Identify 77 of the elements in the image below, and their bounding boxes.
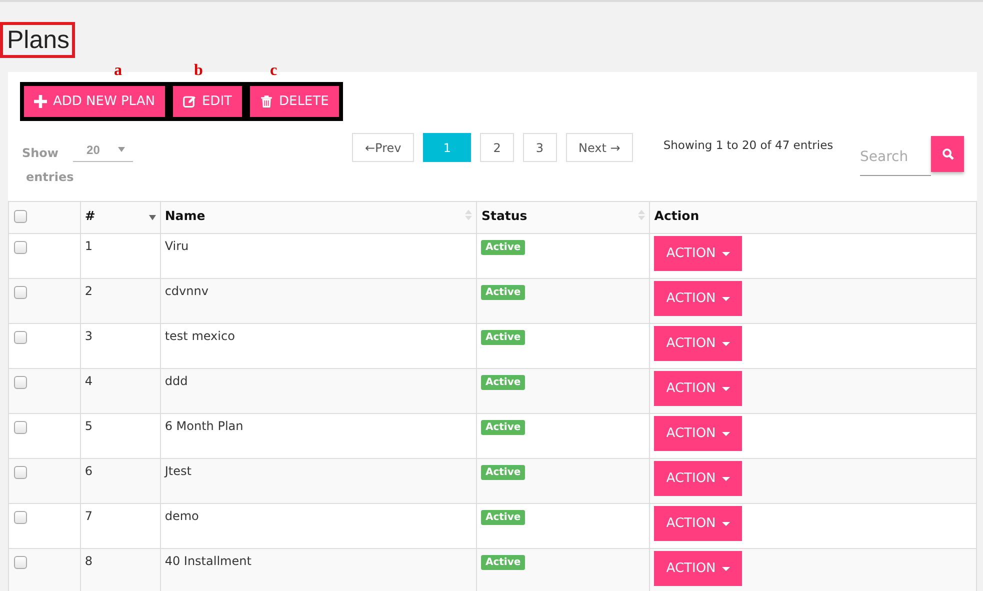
action-dropdown-button[interactable]: ACTION — [654, 551, 742, 586]
status-badge: Active — [481, 375, 525, 390]
status-badge: Active — [481, 420, 525, 435]
entries-label: entries — [26, 170, 74, 184]
dropdown-caret-icon — [118, 147, 125, 152]
delete-button[interactable]: DELETE — [246, 82, 343, 121]
caret-icon — [722, 432, 730, 436]
table-cell: 8 — [84, 554, 93, 568]
table-cell: demo — [164, 509, 199, 523]
page-size-select[interactable]: 20 — [72, 143, 133, 162]
action-dropdown-button[interactable]: ACTION — [654, 506, 742, 541]
annotation-label: c — [270, 63, 278, 79]
annotation-label: a — [114, 63, 123, 79]
row-checkbox[interactable] — [14, 331, 27, 344]
table-cell: ddd — [164, 374, 188, 388]
table-cell: 7 — [84, 509, 93, 523]
status-badge: Active — [481, 555, 525, 570]
status-badge: Active — [481, 330, 525, 345]
caret-icon — [722, 252, 730, 256]
row-checkbox[interactable] — [14, 466, 27, 479]
caret-icon — [722, 522, 730, 526]
action-dropdown-button[interactable]: ACTION — [654, 461, 742, 496]
table-cell: 40 Installment — [164, 554, 252, 568]
action-dropdown-button[interactable]: ACTION — [654, 236, 742, 271]
status-badge: Active — [481, 285, 525, 300]
status-badge: Active — [481, 465, 525, 480]
edit-button[interactable]: EDIT — [168, 82, 246, 121]
table-cell: 1 — [84, 239, 93, 253]
pagination-button[interactable]: ←Prev — [352, 133, 414, 162]
pagination-button[interactable]: Next → — [566, 133, 634, 162]
action-dropdown-button[interactable]: ACTION — [654, 326, 742, 361]
action-dropdown-button[interactable]: ACTION — [654, 416, 742, 451]
action-dropdown-button[interactable]: ACTION — [654, 371, 742, 406]
annotation-label: b — [194, 63, 204, 79]
select-all-checkbox[interactable] — [14, 210, 27, 223]
caret-icon — [722, 386, 730, 390]
table-cell: test mexico — [164, 329, 235, 343]
table-cell: 6 — [84, 464, 93, 478]
entries-info: Showing 1 to 20 of 47 entries — [663, 138, 834, 154]
page-title: Plans — [0, 22, 75, 58]
caret-icon — [722, 566, 730, 570]
sort-icon[interactable] — [638, 208, 646, 222]
pagination-button[interactable]: 2 — [480, 133, 514, 162]
pagination-button[interactable]: 1 — [423, 133, 472, 162]
caret-icon — [722, 342, 730, 346]
action-dropdown-button[interactable]: ACTION — [654, 281, 742, 316]
caret-icon — [722, 296, 730, 300]
search-button[interactable] — [931, 136, 964, 172]
row-checkbox[interactable] — [14, 376, 27, 389]
column-header: Name — [164, 208, 206, 223]
column-header: Action — [654, 208, 700, 223]
table-cell: 6 Month Plan — [164, 419, 244, 433]
sort-icon[interactable] — [465, 208, 472, 222]
status-badge: Active — [481, 510, 525, 525]
column-header: Status — [481, 208, 528, 223]
table-cell: cdvnnv — [164, 284, 208, 298]
row-checkbox[interactable] — [14, 421, 27, 434]
table-cell: 3 — [84, 329, 93, 343]
row-checkbox[interactable] — [14, 241, 27, 254]
row-checkbox[interactable] — [14, 286, 27, 299]
row-checkbox[interactable] — [14, 511, 27, 524]
status-badge: Active — [481, 240, 525, 255]
table-cell: Jtest — [164, 464, 192, 478]
column-header: # — [84, 208, 96, 223]
caret-icon — [722, 476, 730, 480]
pagination-button[interactable]: 3 — [522, 133, 557, 162]
add-button[interactable]: ADD NEW PLAN — [20, 82, 169, 121]
table-cell: 4 — [84, 374, 93, 388]
show-label: Show — [22, 146, 59, 160]
table-cell: Viru — [164, 239, 189, 253]
plus-icon — [34, 95, 47, 108]
pencil-icon — [182, 95, 196, 108]
table-cell: 2 — [84, 284, 93, 298]
search-icon — [942, 148, 954, 160]
row-checkbox[interactable] — [14, 556, 27, 569]
trash-icon — [260, 95, 273, 108]
table-cell: 5 — [84, 419, 93, 433]
